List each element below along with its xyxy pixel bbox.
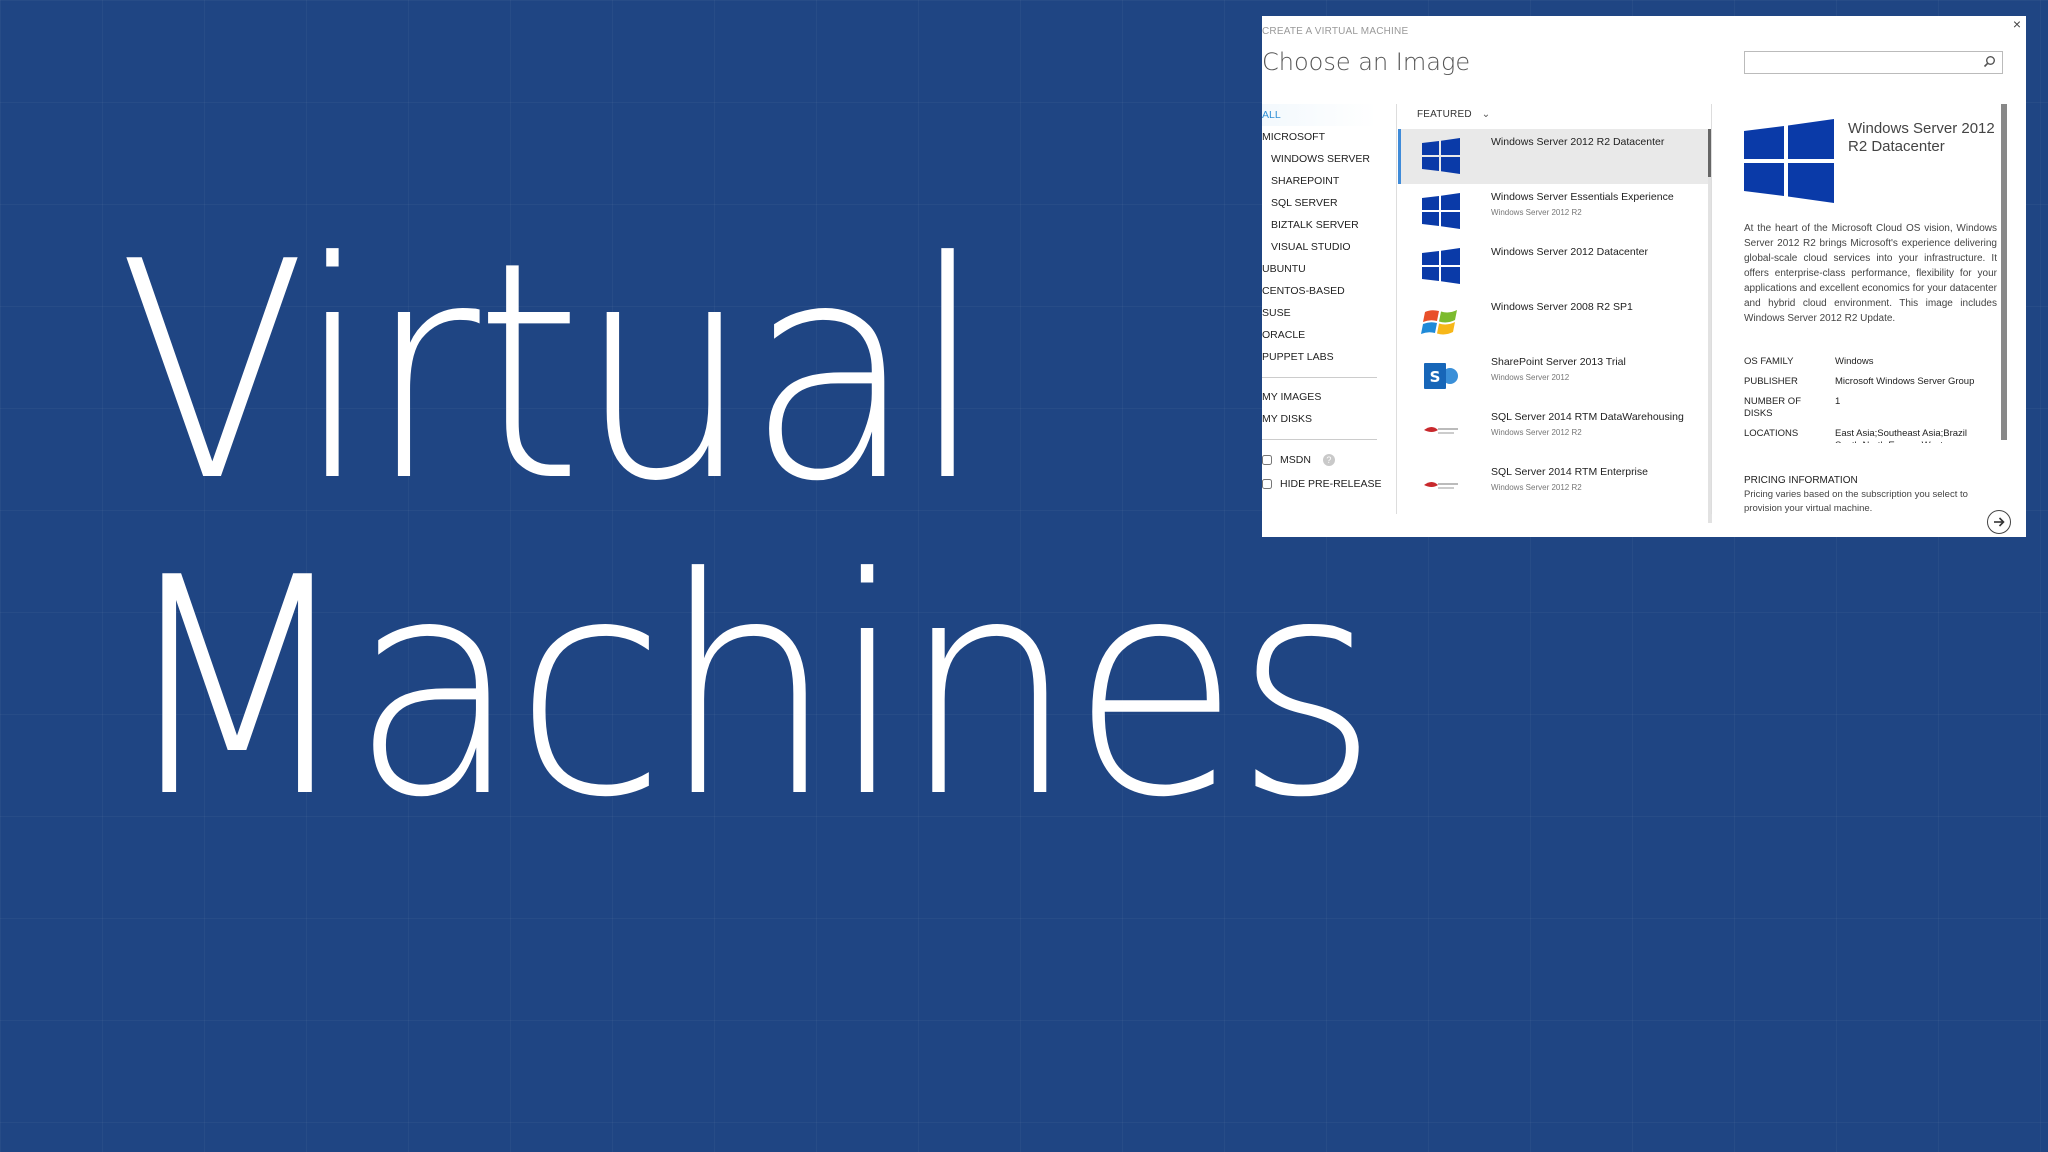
image-name: Windows Server 2008 R2 SP1 [1491,301,1633,313]
hide-prerelease-checkbox[interactable] [1262,479,1272,489]
windows-logo-icon [1744,119,1834,203]
msdn-label: MSDN [1280,454,1311,466]
slide-title-line-1: Virtual [118,198,987,547]
image-name: SQL Server 2014 RTM Enterprise [1491,466,1648,478]
windows-logo-icon [1422,138,1460,174]
nav-item-oracle[interactable]: ORACLE [1262,324,1377,346]
msdn-filter[interactable]: MSDN ? [1262,448,1377,472]
category-nav: ALL MICROSOFT WINDOWS SERVER SHAREPOINT … [1262,104,1382,496]
featured-filter-dropdown[interactable]: FEATURED ⌄ [1417,109,1490,120]
nav-item-my-disks[interactable]: MY DISKS [1262,408,1377,430]
arrow-right-icon [1994,517,2005,527]
property-row: OS FAMILY Windows [1744,356,1999,368]
msdn-checkbox[interactable] [1262,455,1272,465]
column-divider [1711,104,1712,514]
image-list-item[interactable]: Windows Server 2008 R2 SP1 [1398,294,1710,349]
windows-logo-icon [1422,193,1460,229]
nav-item-my-images[interactable]: MY IMAGES [1262,386,1377,408]
image-os: Windows Server 2012 R2 [1491,208,1582,217]
nav-divider [1262,439,1377,440]
image-name: SQL Server 2014 RTM DataWarehousing [1491,411,1684,423]
nav-item-all[interactable]: ALL [1262,104,1377,126]
image-list-item[interactable]: S SharePoint Server 2013 Trial Windows S… [1398,349,1710,404]
image-list-item[interactable]: Windows Server 2012 R2 Datacenter [1398,129,1710,184]
nav-divider [1262,377,1377,378]
featured-label: FEATURED [1417,109,1472,120]
column-divider [1396,104,1397,514]
image-name: SharePoint Server 2013 Trial [1491,356,1626,368]
property-value: Windows [1835,356,1874,367]
windows-flag-icon [1421,310,1457,335]
image-list-item[interactable]: Windows Server Essentials Experience Win… [1398,184,1710,239]
details-scrollbar[interactable] [2001,104,2007,440]
pricing-header: PRICING INFORMATION [1744,475,1858,486]
image-list-item[interactable]: SQL Server 2014 RTM DataWarehousing Wind… [1398,404,1710,459]
sharepoint-icon: S [1424,363,1458,389]
property-row: LOCATIONS East Asia;Southeast Asia;Brazi… [1744,428,1999,443]
details-description: At the heart of the Microsoft Cloud OS v… [1744,223,1997,324]
details-properties: OS FAMILY Windows PUBLISHER Microsoft Wi… [1744,356,1999,451]
next-button[interactable] [1987,510,2011,534]
chevron-down-icon: ⌄ [1481,109,1491,120]
hide-prerelease-label: HIDE PRE-RELEASE [1280,478,1382,490]
property-value: East Asia;Southeast Asia;Brazil South;No… [1835,428,1968,443]
dialog-breadcrumb: CREATE A VIRTUAL MACHINE [1262,26,1409,37]
search-icon[interactable] [1981,54,1997,70]
image-os: Windows Server 2012 R2 [1491,428,1582,437]
property-value: 1 [1835,396,1841,407]
search-box[interactable] [1744,51,2003,74]
image-list: Windows Server 2012 R2 Datacenter Window… [1398,129,1710,519]
nav-item-puppet-labs[interactable]: PUPPET LABS [1262,346,1377,368]
nav-item-visual-studio[interactable]: VISUAL STUDIO [1262,236,1377,258]
property-value: Microsoft Windows Server Group [1835,376,1975,387]
property-label: LOCATIONS [1744,428,1799,439]
property-row: PUBLISHER Microsoft Windows Server Group [1744,376,1999,388]
image-name: Windows Server 2012 R2 Datacenter [1491,136,1665,148]
sql-server-icon [1424,482,1458,489]
create-vm-dialog: × CREATE A VIRTUAL MACHINE Choose an Ima… [1262,16,2026,537]
sql-server-icon [1424,427,1458,434]
search-input[interactable] [1745,52,1978,73]
image-name: Windows Server Essentials Experience [1491,191,1674,203]
pricing-text: Pricing varies based on the subscription… [1744,489,1968,514]
property-label: OS FAMILY [1744,356,1794,367]
nav-item-biztalk-server[interactable]: BIZTALK SERVER [1262,214,1377,236]
details-title: Windows Server 2012 R2 Datacenter [1848,120,1995,155]
nav-item-sql-server[interactable]: SQL SERVER [1262,192,1377,214]
nav-item-windows-server[interactable]: WINDOWS SERVER [1262,148,1377,170]
property-row: NUMBER OF DISKS 1 [1744,396,1999,420]
image-list-item[interactable]: SQL Server 2014 RTM Enterprise Windows S… [1398,459,1710,514]
image-name: Windows Server 2012 Datacenter [1491,246,1648,258]
help-icon[interactable]: ? [1322,454,1335,466]
svg-text:S: S [1430,368,1441,386]
nav-item-suse[interactable]: SUSE [1262,302,1377,324]
nav-item-sharepoint[interactable]: SHAREPOINT [1262,170,1377,192]
image-list-item[interactable]: Windows Server 2012 Datacenter [1398,239,1710,294]
dialog-title: Choose an Image [1262,48,1471,76]
windows-logo-icon [1422,248,1460,284]
close-button[interactable]: × [2013,16,2021,32]
image-os: Windows Server 2012 [1491,373,1570,382]
hide-prerelease-filter[interactable]: HIDE PRE-RELEASE [1262,472,1382,496]
nav-item-centos-based[interactable]: CENTOS-BASED [1262,280,1377,302]
nav-item-microsoft[interactable]: MICROSOFT [1262,126,1377,148]
slide-title: Virtual Machines [118,198,1379,863]
property-label: NUMBER OF DISKS [1744,396,1801,419]
image-os: Windows Server 2012 R2 [1491,483,1582,492]
property-label: PUBLISHER [1744,376,1798,387]
nav-item-ubuntu[interactable]: UBUNTU [1262,258,1377,280]
slide-title-line-2: Machines [118,514,1379,863]
